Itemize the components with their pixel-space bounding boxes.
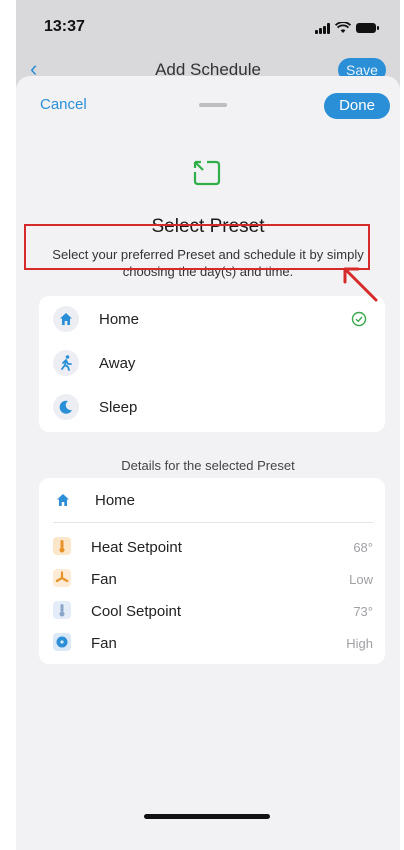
detail-row-heat-setpoint: Heat Setpoint 68°	[39, 532, 385, 562]
detail-label: Heat Setpoint	[91, 539, 182, 556]
thermometer-icon	[53, 537, 71, 555]
fan-icon	[53, 569, 71, 587]
detail-row-fan-high: Fan High	[39, 628, 385, 658]
detail-row-fan: Fan Low	[39, 564, 385, 594]
moon-icon	[53, 394, 79, 420]
status-time: 13:37	[44, 18, 85, 35]
detail-label: Fan	[91, 571, 117, 588]
preset-details-card: Home Heat Setpoint 68° Fan Low Cool Setp…	[39, 478, 385, 664]
wifi-icon	[335, 22, 351, 33]
detail-value: High	[346, 636, 373, 651]
preset-swap-icon	[193, 160, 221, 186]
select-preset-sheet: Cancel Done Select Preset Select your pr…	[16, 76, 400, 850]
home-icon	[53, 490, 73, 510]
fan-high-icon	[53, 633, 71, 651]
signal-icon	[315, 22, 330, 34]
walking-person-icon	[53, 350, 79, 376]
details-section-label: Details for the selected Preset	[121, 458, 295, 473]
preset-item-away[interactable]: Away	[39, 342, 385, 386]
detail-label: Fan	[91, 635, 117, 652]
home-icon	[53, 306, 79, 332]
detail-label: Cool Setpoint	[91, 603, 182, 620]
selection-highlight-box	[24, 224, 370, 270]
phone-screen: 13:37 ‹ Add Schedule Save Cancel Done Se…	[16, 0, 400, 850]
check-circle-icon	[351, 311, 367, 327]
annotation-arrow-icon	[343, 267, 378, 302]
preset-item-label: Sleep	[99, 399, 138, 416]
detail-value: 68°	[353, 540, 373, 555]
done-button[interactable]: Done	[324, 93, 390, 119]
battery-icon	[356, 23, 379, 33]
status-bar: 13:37	[16, 0, 400, 56]
preset-item-home[interactable]: Home	[39, 298, 385, 342]
detail-row-cool-setpoint: Cool Setpoint 73°	[39, 596, 385, 626]
thermometer-icon	[53, 601, 71, 619]
detail-value: Low	[349, 572, 373, 587]
status-icons	[315, 22, 379, 34]
home-indicator[interactable]	[144, 814, 270, 819]
preset-item-label: Away	[99, 355, 136, 372]
details-preset-name: Home	[95, 492, 136, 509]
details-header: Home	[39, 478, 385, 522]
cancel-button[interactable]: Cancel	[40, 96, 87, 113]
preset-list: Home Away Sleep	[39, 296, 385, 432]
preset-item-label: Home	[99, 311, 140, 328]
divider	[53, 522, 373, 523]
detail-value: 73°	[353, 604, 373, 619]
sheet-grabber[interactable]	[199, 103, 227, 107]
preset-item-sleep[interactable]: Sleep	[39, 386, 385, 430]
